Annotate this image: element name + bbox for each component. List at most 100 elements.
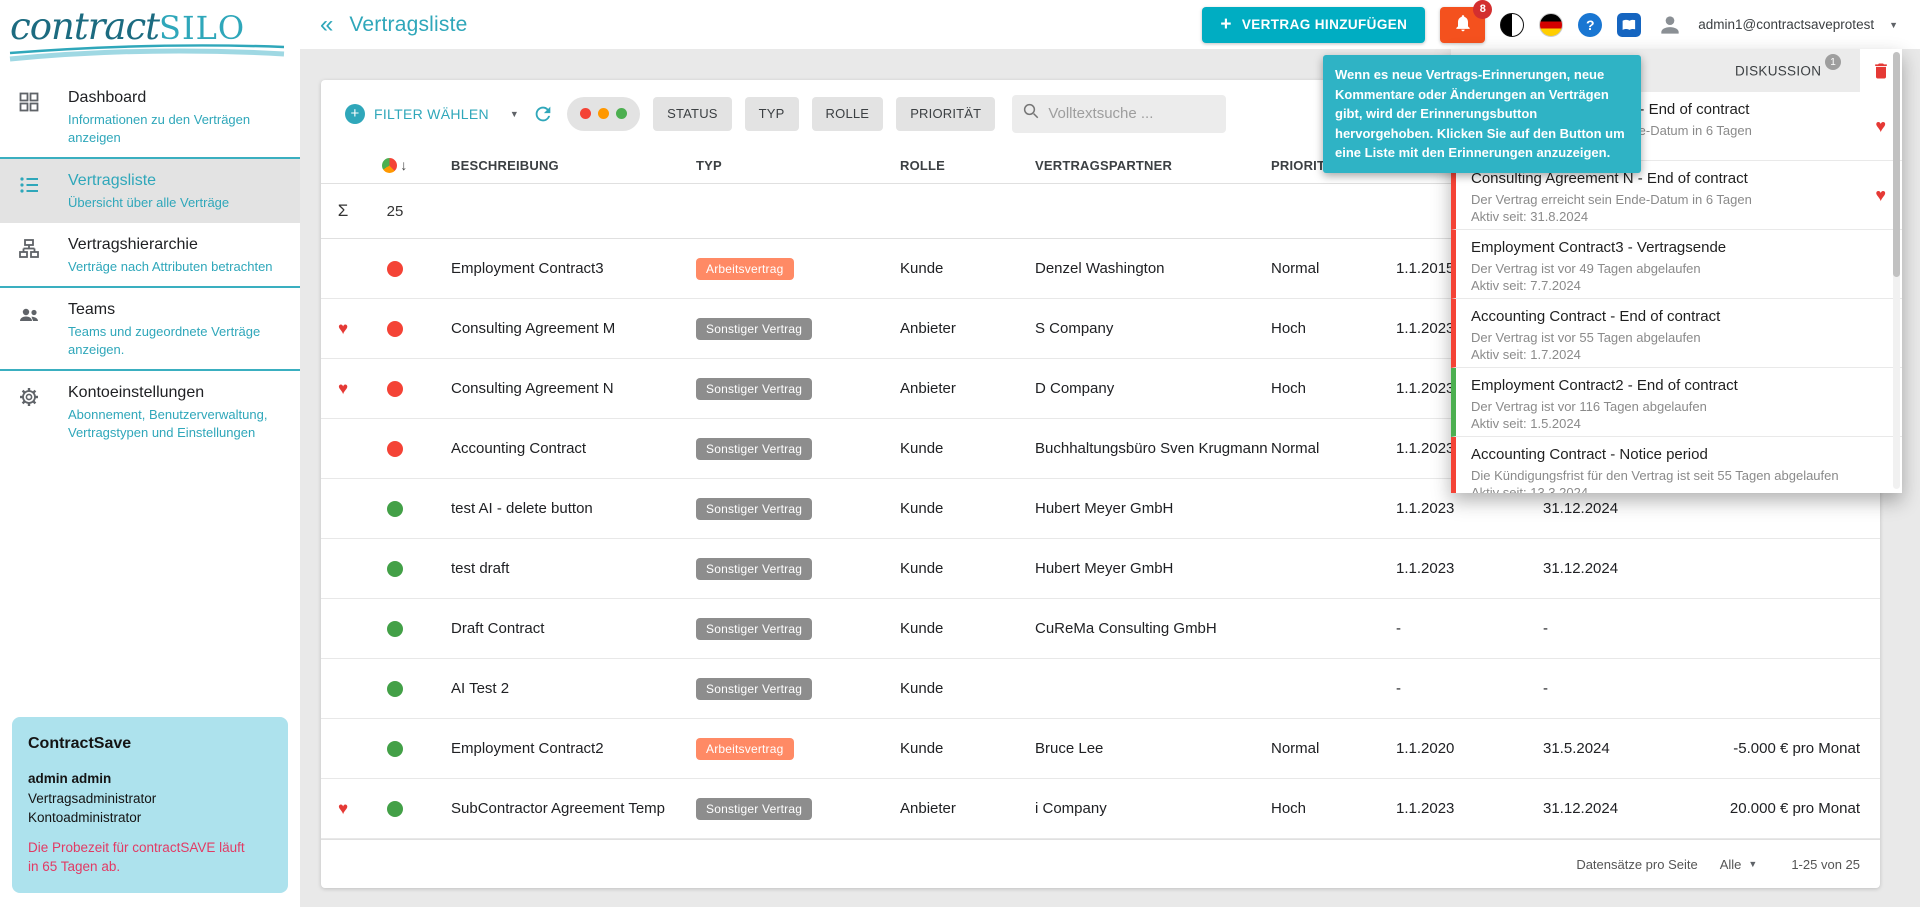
sidebar-item-subtitle: Abonnement, Benutzerverwaltung, Vertrags…: [68, 407, 268, 440]
table-footer: Datensätze pro Seite Alle ▼ 1-25 von 25: [321, 839, 1880, 888]
reminder-item[interactable]: Accounting Contract - Notice period Die …: [1451, 437, 1902, 493]
favorite-heart-icon[interactable]: ♥: [338, 379, 348, 399]
panel-scrollbar-thumb[interactable]: [1893, 52, 1900, 277]
contract-priority: Normal: [1271, 740, 1320, 757]
header-rolle[interactable]: ROLLE: [900, 158, 1035, 173]
favorite-heart-icon[interactable]: ♥: [338, 319, 348, 339]
contract-partner: Buchhaltungsbüro Sven Krugmann: [1035, 440, 1268, 457]
add-filter-icon: +: [345, 103, 365, 124]
refresh-icon[interactable]: [532, 103, 554, 125]
choose-filter-dropdown[interactable]: + FILTER WÄHLEN ▼: [345, 103, 519, 124]
logo-swoosh-icon: [6, 44, 288, 69]
contract-description[interactable]: AI Test 2: [425, 680, 696, 697]
contract-description[interactable]: Consulting Agreement M: [425, 320, 696, 337]
reminders-count-badge: 8: [1473, 0, 1493, 19]
table-row[interactable]: ♥ Draft Contract Sonstiger Vertrag Kunde…: [321, 599, 1880, 659]
status-dot: [387, 320, 403, 337]
sidebar-item-vertragshierarchie[interactable]: Vertragshierarchie Verträge nach Attribu…: [0, 223, 300, 287]
sidebar-item-subtitle: Verträge nach Attributen betrachten: [68, 258, 273, 274]
contract-partner: D Company: [1035, 380, 1115, 397]
red-dot-icon: [580, 108, 592, 119]
contract-partner: CuReMa Consulting GmbH: [1035, 620, 1217, 637]
reminders-bell-button[interactable]: 8: [1440, 0, 1493, 43]
table-row[interactable]: ♥ Employment Contract2 Arbeitsvertrag Ku…: [321, 719, 1880, 779]
contract-description[interactable]: Consulting Agreement N: [425, 380, 696, 397]
sidebar-item-title: Dashboard: [68, 89, 147, 106]
status-dot: [387, 740, 403, 757]
contract-type-tag: Sonstiger Vertrag: [696, 377, 813, 400]
sidebar-collapse-button[interactable]: «: [320, 12, 333, 37]
status-dot: [387, 440, 403, 457]
favorite-heart-icon[interactable]: ♥: [1875, 185, 1886, 206]
sidebar-item-teams[interactable]: Teams Teams und zugeordnete Verträge anz…: [0, 288, 300, 369]
help-icon[interactable]: ?: [1578, 12, 1603, 37]
sidebar-item-title: Vertragsliste: [68, 172, 157, 190]
sidebar-item-vertragsliste[interactable]: Vertragsliste Übersicht über alle Verträ…: [0, 159, 300, 223]
reminder-active-since: Aktiv seit: 7.7.2024: [1471, 278, 1581, 293]
filter-chip[interactable]: TYP: [744, 96, 799, 131]
contract-type-tag: Sonstiger Vertrag: [696, 317, 813, 340]
sidebar-menu: Dashboard Informationen zu den Verträgen…: [0, 68, 300, 452]
hierarchy-icon: [18, 236, 60, 276]
contract-end-date: 31.12.2024: [1543, 500, 1619, 517]
table-row[interactable]: ♥ test draft Sonstiger Vertrag Kunde Hub…: [321, 539, 1880, 599]
header-typ[interactable]: TYP: [696, 158, 900, 173]
contract-role: Anbieter: [900, 800, 956, 817]
contract-role: Kunde: [900, 500, 944, 517]
status-sort-header[interactable]: ↓: [365, 157, 425, 173]
language-flag-icon[interactable]: [1539, 12, 1564, 37]
status-dot: [387, 680, 403, 697]
gear-icon: [18, 384, 60, 441]
contract-description[interactable]: Employment Contract2: [425, 740, 696, 757]
dark-mode-toggle-icon[interactable]: [1500, 12, 1525, 37]
favorite-heart-icon[interactable]: ♥: [1875, 116, 1886, 137]
contract-start-date: 1.1.2023: [1396, 560, 1455, 577]
contract-description[interactable]: Accounting Contract: [425, 440, 696, 457]
reminder-item[interactable]: Employment Contract3 - Vertragsende Der …: [1451, 230, 1902, 299]
filter-chip[interactable]: ROLLE: [811, 96, 884, 131]
tab-diskussion[interactable]: DISKUSSION: [1735, 63, 1821, 78]
contract-start-date: 1.1.2023: [1396, 500, 1455, 517]
logo-text-contract: contract: [10, 5, 160, 48]
reminder-active-since: Aktiv seit: 31.8.2024: [1471, 209, 1589, 224]
table-row[interactable]: ♥ AI Test 2 Sonstiger Vertrag Kunde - -: [321, 659, 1880, 719]
reminder-title: Employment Contract3 - Vertragsende: [1471, 239, 1727, 256]
account-role: Vertragsadministrator: [28, 790, 157, 806]
reminder-item[interactable]: Accounting Contract - End of contract De…: [1451, 299, 1902, 368]
contract-description[interactable]: SubContractor Agreement Temp: [425, 800, 696, 817]
contract-priority: Hoch: [1271, 800, 1307, 817]
filter-chip[interactable]: STATUS: [653, 96, 732, 131]
contract-end-date: 31.12.2024: [1543, 560, 1619, 577]
contract-description[interactable]: test AI - delete button: [425, 500, 696, 517]
favorite-heart-icon[interactable]: ♥: [338, 799, 348, 819]
contract-type-tag: Sonstiger Vertrag: [696, 557, 813, 580]
account-info-card: ContractSave admin admin Vertragsadminis…: [12, 716, 288, 893]
panel-scrollbar[interactable]: [1893, 52, 1900, 489]
contract-end-date: 31.12.2024: [1543, 800, 1619, 817]
topbar: « Vertragsliste + VERTRAG HINZUFÜGEN 8 ?: [300, 0, 1920, 49]
search-input[interactable]: [1048, 105, 1209, 122]
contract-description[interactable]: Draft Contract: [425, 620, 696, 637]
status-dot: [387, 800, 403, 817]
contract-value: -5.000 € pro Monat: [1733, 740, 1860, 757]
sidebar-item-kontoeinstellungen[interactable]: Kontoeinstellungen Abonnement, Benutzerv…: [0, 371, 300, 452]
contract-type-tag: Sonstiger Vertrag: [696, 677, 813, 700]
user-avatar[interactable]: [1656, 11, 1683, 38]
sidebar-item-dashboard[interactable]: Dashboard Informationen zu den Verträgen…: [0, 76, 300, 157]
per-page-select[interactable]: Alle ▼: [1720, 857, 1758, 872]
table-row[interactable]: ♥ SubContractor Agreement Temp Sonstiger…: [321, 779, 1880, 839]
reminder-item[interactable]: Employment Contract2 - End of contract D…: [1451, 368, 1902, 437]
reminders-tooltip: Wenn es neue Vertrags-Erinnerungen, neue…: [1323, 55, 1641, 173]
filter-chip[interactable]: PRIORITÄT: [896, 96, 996, 131]
add-contract-button[interactable]: + VERTRAG HINZUFÜGEN: [1202, 6, 1426, 43]
manual-book-icon[interactable]: [1617, 12, 1642, 37]
header-vertragspartner[interactable]: VERTRAGSPARTNER: [1035, 158, 1271, 173]
header-beschreibung[interactable]: BESCHREIBUNG: [425, 158, 696, 173]
user-email: admin1@contractsaveprotest: [1698, 17, 1875, 32]
contract-partner: S Company: [1035, 320, 1114, 337]
contract-description[interactable]: Employment Contract3: [425, 260, 696, 277]
user-menu-caret-icon[interactable]: ▼: [1889, 20, 1898, 30]
contract-type-tag: Sonstiger Vertrag: [696, 617, 813, 640]
contract-description[interactable]: test draft: [425, 560, 696, 577]
status-traffic-light-filter[interactable]: [567, 96, 641, 131]
